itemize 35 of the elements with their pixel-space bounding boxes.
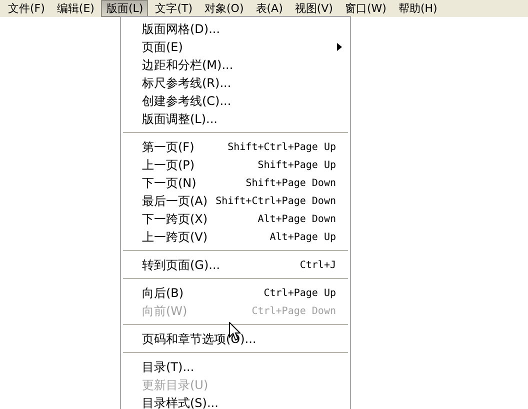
shortcut-text: Shift+Page Down	[246, 178, 336, 188]
shortcut-text: Shift+Ctrl+Page Up	[228, 142, 336, 152]
menu-item[interactable]: 向后(B) Ctrl+Page Up	[121, 284, 350, 302]
shortcut-text: Ctrl+Page Down	[252, 306, 336, 316]
shortcut-text: Ctrl+Page Up	[264, 288, 336, 298]
menu-bar-item[interactable]: 编辑(E)	[52, 0, 100, 17]
menu-bar-item[interactable]: 窗口(W)	[340, 0, 392, 17]
shortcut-text: Ctrl+J	[300, 260, 336, 270]
shortcut-text: Shift+Ctrl+Page Down	[216, 196, 336, 206]
menu-bar-item[interactable]: 帮助(H)	[393, 0, 442, 17]
menu-item[interactable]: 边距和分栏(M)...	[121, 56, 350, 74]
menu-bar-item[interactable]: 文字(T)	[150, 0, 198, 17]
menu-item[interactable]: 下一跨页(X) Alt+Page Down	[121, 210, 350, 228]
menu-item[interactable]: 第一页(F) Shift+Ctrl+Page Up	[121, 138, 350, 156]
menu-bar-item[interactable]: 对象(O)	[200, 0, 249, 17]
menu-item[interactable]: 版面网格(D)...	[121, 20, 350, 38]
menu-item[interactable]: 转到页面(G)... Ctrl+J	[121, 256, 350, 274]
menu-item[interactable]: 最后一页(A) Shift+Ctrl+Page Down	[121, 192, 350, 210]
menu-item[interactable]: 目录样式(S)...	[121, 394, 350, 409]
menu-item[interactable]: 页面(E)	[121, 38, 350, 56]
menu-item[interactable]: 创建参考线(C)...	[121, 92, 350, 110]
menu-bar-item[interactable]: 版面(L)	[101, 0, 148, 17]
menu-item[interactable]: 上一跨页(V) Alt+Page Up	[121, 228, 350, 246]
menu-item[interactable]: 目录(T)...	[121, 358, 350, 376]
shortcut-text: Alt+Page Down	[258, 214, 336, 224]
shortcut-text: Shift+Page Up	[258, 160, 336, 170]
menu-bar-item[interactable]: 表(A)	[250, 0, 288, 17]
menu-item[interactable]: 版面调整(L)...	[121, 110, 350, 128]
menu-bar-item[interactable]: 文件(F)	[3, 0, 50, 17]
menu-item[interactable]: 上一页(P) Shift+Page Up	[121, 156, 350, 174]
menu-item[interactable]: 下一页(N) Shift+Page Down	[121, 174, 350, 192]
submenu-arrow-icon	[337, 43, 342, 51]
shortcut-text: Alt+Page Up	[270, 232, 336, 242]
menu-item[interactable]: 标尺参考线(R)...	[121, 74, 350, 92]
menu-bar-item[interactable]: 视图(V)	[290, 0, 338, 17]
